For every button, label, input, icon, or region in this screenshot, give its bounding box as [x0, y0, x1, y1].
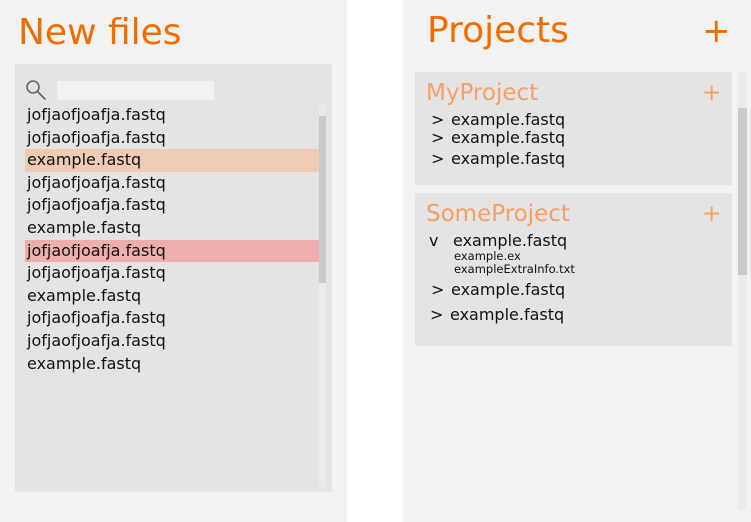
project-name[interactable]: SomeProject: [426, 201, 570, 229]
new-files-panel: New files jofjaofjoafja.fastq jofjaofjoa…: [0, 0, 347, 522]
project-card: MyProject + > example.fastq > example.fast…: [415, 72, 732, 185]
scrollbar-thumb[interactable]: [319, 116, 326, 283]
new-files-title: New files: [18, 12, 182, 53]
expand-arrow-icon[interactable]: >: [431, 111, 451, 129]
file-item[interactable]: jofjaofjoafja.fastq: [25, 104, 319, 127]
project-file-row[interactable]: > example.fastq: [430, 306, 564, 324]
project-file-name: example.fastq: [451, 149, 566, 168]
add-file-to-project-button[interactable]: +: [702, 201, 721, 229]
expand-arrow-icon[interactable]: >: [430, 306, 450, 324]
project-file-name: example.fastq: [451, 110, 566, 129]
search-icon[interactable]: [25, 79, 47, 101]
project-file-row[interactable]: > example.fastq: [431, 281, 565, 299]
scrollbar-thumb[interactable]: [738, 108, 747, 275]
expand-arrow-icon[interactable]: >: [431, 129, 451, 147]
file-item[interactable]: jofjaofjoafja.fastq: [25, 330, 319, 353]
project-file-name: example.fastq: [453, 231, 568, 250]
file-item[interactable]: example.fastq: [25, 285, 319, 308]
file-item[interactable]: example.fastq: [25, 353, 319, 376]
project-name[interactable]: MyProject: [426, 80, 538, 108]
add-project-button[interactable]: +: [702, 11, 731, 51]
file-item[interactable]: jofjaofjoafja.fastq: [25, 307, 319, 330]
project-file-row[interactable]: > example.fastq: [431, 129, 565, 147]
add-file-to-project-button[interactable]: +: [702, 80, 721, 108]
file-list-scrollbar[interactable]: [319, 105, 326, 487]
file-item[interactable]: jofjaofjoafja.fastq: [25, 262, 319, 285]
project-file-row[interactable]: > example.fastq: [431, 111, 565, 129]
projects-title: Projects: [427, 10, 569, 51]
file-item[interactable]: jofjaofjoafja.fastq: [25, 172, 319, 195]
file-list: jofjaofjoafja.fastq jofjaofjoafja.fastq …: [25, 104, 319, 375]
file-list-box: jofjaofjoafja.fastq jofjaofjoafja.fastq …: [15, 64, 332, 492]
project-file-name: example.fastq: [450, 305, 565, 324]
expand-arrow-icon[interactable]: >: [431, 281, 451, 299]
project-file-name: example.fastq: [451, 128, 566, 147]
sub-file-item[interactable]: exampleExtraInfo.txt: [454, 263, 575, 276]
file-item[interactable]: example.fastq: [25, 217, 319, 240]
file-item[interactable]: jofjaofjoafja.fastq: [25, 194, 319, 217]
projects-scrollbar[interactable]: [738, 72, 747, 510]
collapse-arrow-icon[interactable]: v: [429, 232, 453, 250]
projects-panel: Projects + MyProject + > example.fastq > e…: [403, 0, 751, 522]
project-file-row-expanded[interactable]: v example.fastq: [429, 232, 567, 250]
project-file-name: example.fastq: [451, 280, 566, 299]
file-item-selected[interactable]: example.fastq: [25, 149, 319, 172]
search-input[interactable]: [57, 81, 214, 100]
project-card: SomeProject + v example.fastq example.ex …: [415, 193, 732, 346]
project-file-row[interactable]: > example.fastq: [431, 150, 565, 168]
expand-arrow-icon[interactable]: >: [431, 150, 451, 168]
file-item-selected[interactable]: jofjaofjoafja.fastq: [25, 239, 319, 263]
file-item[interactable]: jofjaofjoafja.fastq: [25, 127, 319, 150]
